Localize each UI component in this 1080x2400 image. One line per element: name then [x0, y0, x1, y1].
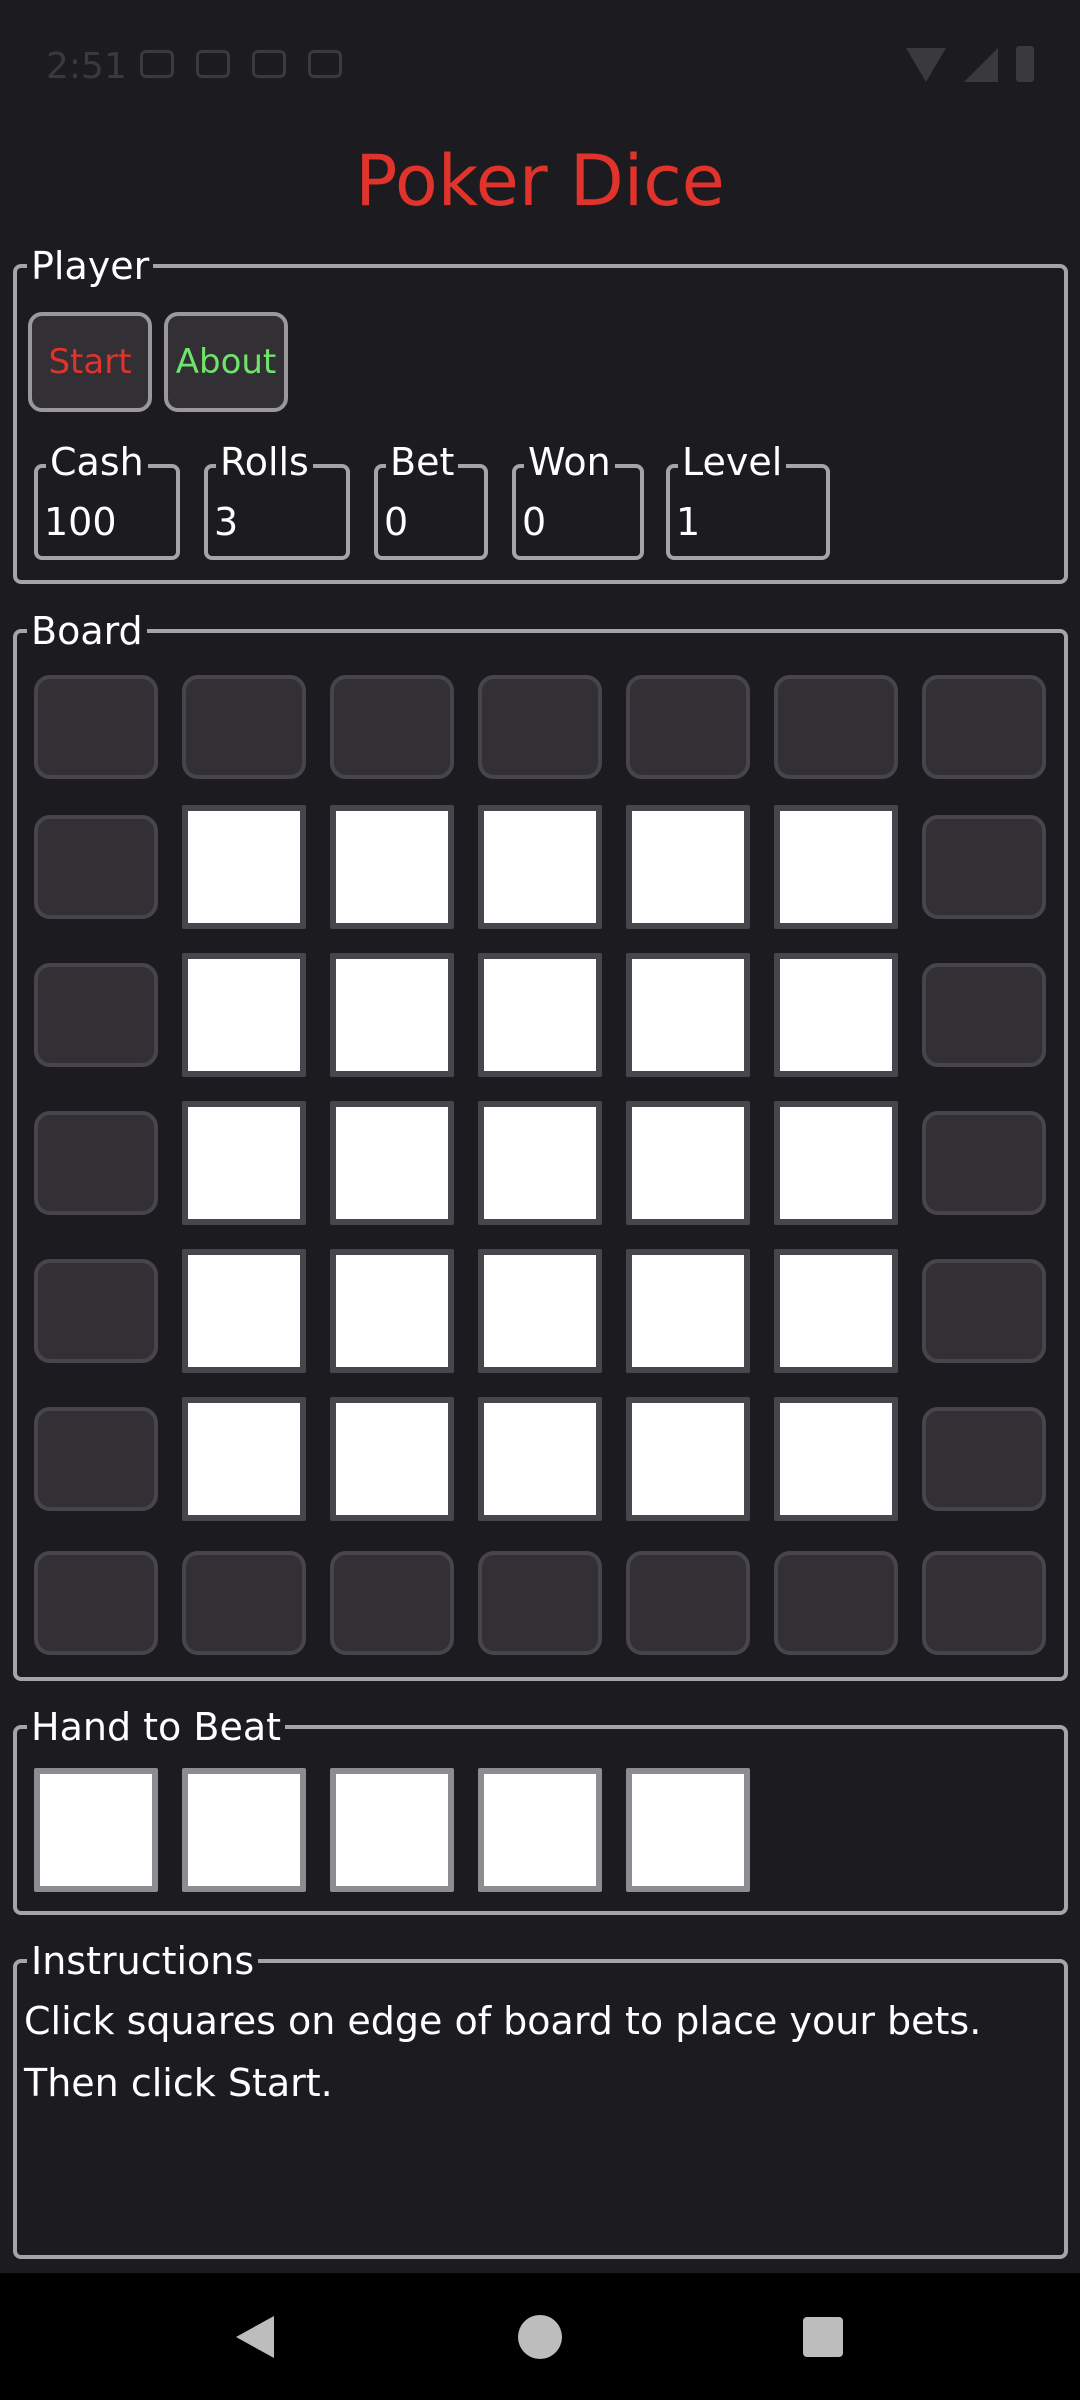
system-icons: [906, 46, 1034, 82]
board-legend: Board: [31, 609, 143, 653]
board-die: [330, 1101, 454, 1225]
start-button[interactable]: Start: [28, 312, 152, 412]
board-die: [478, 1101, 602, 1225]
board-die: [182, 1397, 306, 1521]
board-die: [330, 1397, 454, 1521]
board-die: [182, 1101, 306, 1225]
bet-square[interactable]: [922, 1407, 1046, 1511]
about-button[interactable]: About: [164, 312, 288, 412]
hand-die: [626, 1768, 750, 1892]
bet-square[interactable]: [922, 963, 1046, 1067]
bet-square[interactable]: [34, 1407, 158, 1511]
bet-square[interactable]: [774, 1551, 898, 1655]
level-field: Level 1: [666, 440, 830, 560]
board-die: [330, 1249, 454, 1373]
board-die: [478, 1397, 602, 1521]
board-die: [330, 805, 454, 929]
board-die: [774, 805, 898, 929]
board-die: [478, 1249, 602, 1373]
bet-square[interactable]: [922, 1111, 1046, 1215]
player-legend: Player: [31, 244, 150, 288]
board-die: [330, 953, 454, 1077]
bet-label: Bet: [386, 440, 459, 484]
won-field: Won 0: [512, 440, 644, 560]
level-value: 1: [676, 500, 701, 544]
board-die: [774, 1397, 898, 1521]
hand-die: [478, 1768, 602, 1892]
recents-icon[interactable]: [803, 2317, 843, 2357]
bet-square[interactable]: [34, 963, 158, 1067]
bet-square[interactable]: [182, 675, 306, 779]
bet-square[interactable]: [922, 1259, 1046, 1363]
instructions-text: Click squares on edge of board to place …: [24, 1999, 982, 2105]
bet-square[interactable]: [478, 1551, 602, 1655]
bet-square[interactable]: [478, 675, 602, 779]
bet-value: 0: [384, 500, 409, 544]
status-bar: 2:51: [0, 0, 1080, 132]
board-die: [626, 953, 750, 1077]
cash-field: Cash 100: [34, 440, 180, 560]
signal-icon: [964, 48, 998, 82]
instructions-legend: Instructions: [31, 1939, 255, 1983]
bet-square[interactable]: [922, 815, 1046, 919]
hand-legend: Hand to Beat: [31, 1705, 282, 1749]
board-die: [774, 1101, 898, 1225]
chat-icon: [252, 50, 286, 78]
rolls-field: Rolls 3: [204, 440, 350, 560]
board-die: [182, 1249, 306, 1373]
board-die: [182, 805, 306, 929]
board-die: [774, 1249, 898, 1373]
bet-square[interactable]: [626, 1551, 750, 1655]
bet-field: Bet 0: [374, 440, 488, 560]
won-label: Won: [524, 440, 615, 484]
hand-die: [330, 1768, 454, 1892]
won-value: 0: [522, 500, 547, 544]
cash-value: 100: [44, 500, 117, 544]
bet-square[interactable]: [922, 1551, 1046, 1655]
voicemail-icon: [196, 50, 230, 78]
wifi-icon: [906, 48, 946, 82]
back-icon[interactable]: [236, 2316, 274, 2358]
rolls-label: Rolls: [216, 440, 313, 484]
board-die: [478, 953, 602, 1077]
hand-die: [34, 1768, 158, 1892]
cash-label: Cash: [46, 440, 148, 484]
gmail-icon: [140, 50, 174, 78]
board-die: [626, 805, 750, 929]
board-die: [626, 1249, 750, 1373]
app-title: Poker Dice: [355, 140, 725, 222]
board-die: [774, 953, 898, 1077]
navigation-bar: [0, 2273, 1080, 2400]
cloud-icon: [308, 50, 342, 78]
board-die: [626, 1101, 750, 1225]
bet-square[interactable]: [626, 675, 750, 779]
bet-square[interactable]: [34, 1259, 158, 1363]
bet-square[interactable]: [34, 675, 158, 779]
home-icon[interactable]: [518, 2315, 562, 2359]
rolls-value: 3: [214, 500, 239, 544]
bet-square[interactable]: [330, 675, 454, 779]
bet-square[interactable]: [34, 815, 158, 919]
status-time: 2:51: [46, 46, 127, 87]
bet-square[interactable]: [330, 1551, 454, 1655]
board-die: [478, 805, 602, 929]
bet-square[interactable]: [922, 675, 1046, 779]
notification-icons: [140, 50, 342, 78]
battery-icon: [1016, 46, 1034, 82]
bet-square[interactable]: [182, 1551, 306, 1655]
bet-square[interactable]: [774, 675, 898, 779]
bet-square[interactable]: [34, 1551, 158, 1655]
board-die: [182, 953, 306, 1077]
hand-die: [182, 1768, 306, 1892]
board-die: [626, 1397, 750, 1521]
level-label: Level: [678, 440, 787, 484]
bet-square[interactable]: [34, 1111, 158, 1215]
